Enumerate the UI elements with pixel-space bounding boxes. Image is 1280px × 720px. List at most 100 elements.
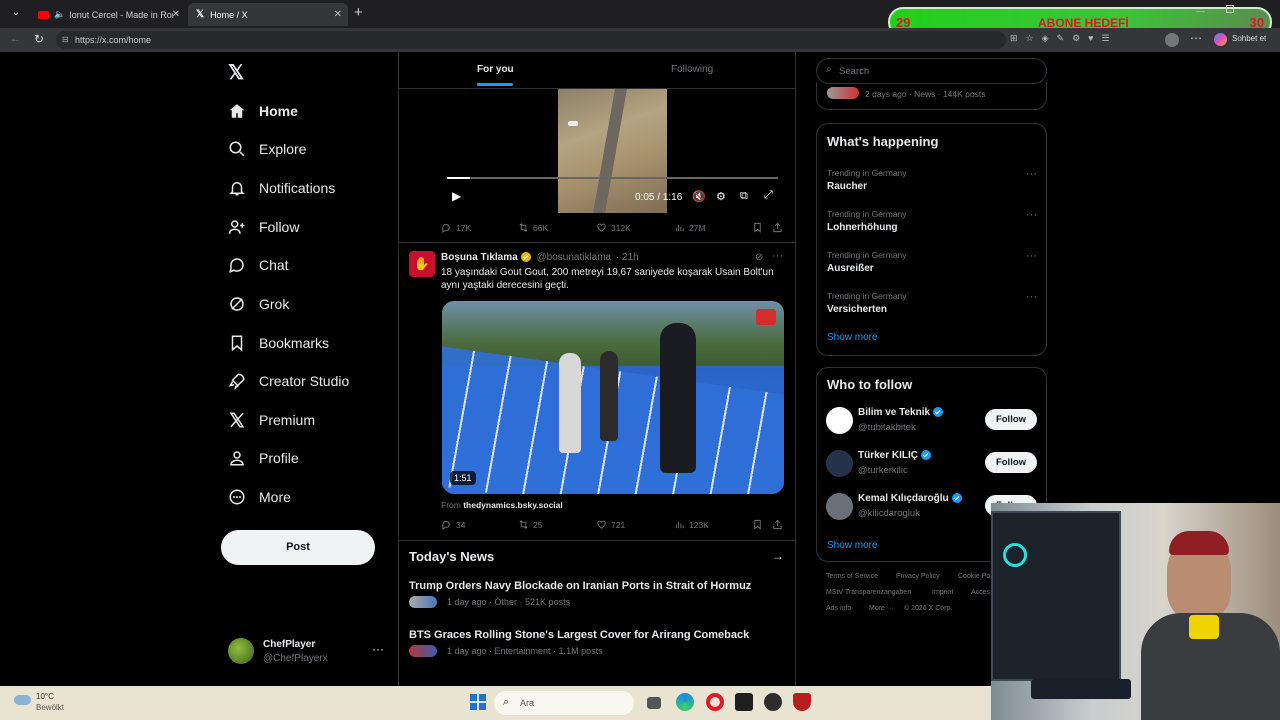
address-bar[interactable]: ⊟ https://x.com/home bbox=[56, 31, 1006, 49]
tab-following[interactable]: Following bbox=[671, 64, 713, 75]
sidebar-item-home[interactable]: Home bbox=[228, 96, 298, 126]
tweet-avatar[interactable]: ✋ bbox=[409, 251, 435, 277]
weather-widget[interactable]: 10°C Bewölkt bbox=[14, 691, 94, 715]
trend-more-icon[interactable]: ··· bbox=[1026, 291, 1037, 303]
media-app-icon[interactable] bbox=[735, 693, 753, 711]
sidebar-item-creator-studio[interactable]: Creator Studio bbox=[228, 366, 349, 396]
x-logo-icon[interactable]: 𝕏 bbox=[228, 60, 244, 85]
like-button[interactable]: 312K bbox=[596, 222, 631, 233]
opera-icon[interactable] bbox=[706, 693, 724, 711]
tweet-video[interactable]: ▶ 0:05 / 1:16 🔇 ⚙ ⧉ ⤢ bbox=[442, 89, 784, 213]
footer-link[interactable]: Terms of Service bbox=[826, 573, 878, 580]
arrow-right-icon[interactable]: → bbox=[772, 549, 784, 563]
sidebar-item-chat[interactable]: Chat bbox=[228, 250, 289, 280]
share-icon[interactable] bbox=[772, 222, 787, 233]
sidebar-item-premium[interactable]: Premium bbox=[228, 405, 315, 435]
file-explorer-icon[interactable] bbox=[647, 697, 661, 709]
reply-button[interactable]: 17K bbox=[441, 222, 471, 233]
tab-list-dropdown-icon[interactable]: ⌄ bbox=[8, 7, 24, 21]
search-box[interactable]: ⌕ Search bbox=[816, 58, 1047, 84]
extensions-icons[interactable]: ⊞☆◈✎⚙♥☰ bbox=[1010, 33, 1118, 44]
account-more-icon[interactable]: ··· bbox=[372, 642, 384, 656]
game-app-icon[interactable] bbox=[764, 693, 782, 711]
trend-item[interactable]: Trending in Germany Raucher ··· bbox=[827, 168, 1037, 192]
sidebar-item-grok[interactable]: Grok bbox=[228, 289, 289, 319]
play-icon[interactable]: ▶ bbox=[452, 189, 461, 203]
sidebar-item-explore[interactable]: Explore bbox=[228, 134, 306, 164]
news-item[interactable]: BTS Graces Rolling Stone's Largest Cover… bbox=[409, 629, 789, 657]
close-tab-icon[interactable]: ✕ bbox=[172, 9, 180, 20]
repost-button[interactable]: 66K bbox=[518, 222, 548, 233]
show-more-link[interactable]: Show more bbox=[827, 540, 878, 551]
window-minimize-icon[interactable]: — bbox=[1196, 6, 1205, 16]
footer-link[interactable]: Acces bbox=[971, 589, 990, 596]
sidebar-item-notifications[interactable]: Notifications bbox=[228, 173, 335, 203]
trend-item[interactable]: Trending in Germany Ausreißer ··· bbox=[827, 250, 1037, 274]
news-heading: Today's News bbox=[409, 549, 495, 564]
chat-button[interactable]: Sohbet et bbox=[1232, 34, 1266, 43]
show-more-link[interactable]: Show more bbox=[827, 332, 878, 343]
mute-icon[interactable]: 🔈 bbox=[54, 9, 65, 20]
footer-link[interactable]: MStV Transparenzangaben bbox=[826, 589, 911, 596]
sidebar-item-follow[interactable]: Follow bbox=[228, 212, 299, 242]
like-button[interactable]: 721 bbox=[596, 519, 625, 530]
footer-link[interactable]: Imprint bbox=[932, 589, 953, 596]
tweet-video-race[interactable]: 1:51 bbox=[442, 301, 784, 494]
fullscreen-icon[interactable]: ⤢ bbox=[764, 189, 773, 202]
news-item[interactable]: Trump Orders Navy Blockade on Iranian Po… bbox=[409, 580, 789, 608]
new-tab-icon[interactable]: + bbox=[354, 4, 363, 21]
tweet-more-icon[interactable]: ··· bbox=[772, 250, 783, 262]
trend-more-icon[interactable]: ··· bbox=[1026, 250, 1037, 262]
tweet-author-name[interactable]: Boşuna Tıklama bbox=[441, 252, 518, 263]
footer-link[interactable]: © 2026 X Corp. bbox=[904, 605, 952, 612]
follow-button[interactable]: Follow bbox=[985, 409, 1037, 430]
pip-icon[interactable]: ⧉ bbox=[740, 190, 748, 203]
mute-icon[interactable]: 🔇 bbox=[692, 190, 706, 203]
grok-icon[interactable]: ⊘ bbox=[755, 252, 763, 263]
post-button[interactable]: Post bbox=[221, 530, 375, 565]
trend-item[interactable]: Trending in Germany Lohnerhöhung ··· bbox=[827, 209, 1037, 233]
sidebar-item-bookmarks[interactable]: Bookmarks bbox=[228, 328, 329, 358]
trend-more-icon[interactable]: ··· bbox=[1026, 168, 1037, 180]
start-icon[interactable] bbox=[470, 694, 486, 710]
footer-link[interactable]: More ··· bbox=[869, 605, 894, 612]
share-icon[interactable] bbox=[772, 519, 787, 530]
repost-button[interactable]: 25 bbox=[518, 519, 542, 530]
source-link[interactable]: thedynamics.bsky.social bbox=[463, 500, 563, 510]
footer-link[interactable]: Cookie Po bbox=[958, 573, 990, 580]
footer-link[interactable]: Ads info bbox=[826, 605, 851, 612]
window-maximize-icon[interactable] bbox=[1226, 5, 1234, 13]
site-info-icon[interactable]: ⊟ bbox=[62, 31, 69, 49]
tweet-author-handle[interactable]: @bosunatiklama bbox=[536, 252, 611, 263]
source-attribution[interactable]: From thedynamics.bsky.social bbox=[441, 500, 563, 510]
back-icon[interactable]: ← bbox=[10, 33, 21, 45]
bookmark-icon[interactable] bbox=[752, 222, 767, 233]
settings-icon[interactable]: ⚙ bbox=[716, 190, 726, 203]
views-button[interactable]: 123K bbox=[674, 519, 709, 530]
close-tab-icon[interactable]: ✕ bbox=[334, 9, 342, 20]
browser-tab-x[interactable]: 𝕏 Home / X ✕ bbox=[188, 3, 348, 26]
shield-app-icon[interactable] bbox=[793, 693, 811, 711]
copilot-icon[interactable] bbox=[1214, 33, 1227, 46]
trend-more-icon[interactable]: ··· bbox=[1026, 209, 1037, 221]
sidebar-item-profile[interactable]: Profile bbox=[228, 443, 299, 473]
menu-icon[interactable]: ⋯ bbox=[1190, 31, 1202, 45]
profile-avatar[interactable] bbox=[1165, 33, 1179, 47]
browser-tab-youtube[interactable]: 🔈 Ionut Cercel - Made in Roman ✕ bbox=[30, 3, 186, 26]
video-progress-bar[interactable] bbox=[447, 177, 778, 179]
trend-item[interactable]: Trending in Germany Versicherten ··· bbox=[827, 291, 1037, 315]
sidebar-item-more[interactable]: More bbox=[228, 482, 291, 512]
reply-button[interactable]: 34 bbox=[441, 519, 465, 530]
tab-for-you[interactable]: For you bbox=[477, 64, 514, 86]
video-time: 0:05 / 1:16 bbox=[635, 192, 683, 203]
tweet-time[interactable]: · 21h bbox=[616, 252, 639, 263]
views-button[interactable]: 27M bbox=[674, 222, 706, 233]
top-news-card[interactable]: 2 days ago · News · 144K posts bbox=[816, 82, 1047, 110]
account-switcher[interactable]: ChefPlayer @ChefPlayerx ··· bbox=[228, 636, 388, 668]
footer-link[interactable]: Privacy Policy bbox=[896, 573, 940, 580]
edge-icon[interactable] bbox=[676, 693, 694, 711]
follow-button[interactable]: Follow bbox=[985, 452, 1037, 473]
bookmark-icon[interactable] bbox=[752, 519, 767, 530]
taskbar-search[interactable]: ⌕ Ara bbox=[494, 691, 634, 715]
reload-icon[interactable]: ↻ bbox=[34, 32, 44, 46]
